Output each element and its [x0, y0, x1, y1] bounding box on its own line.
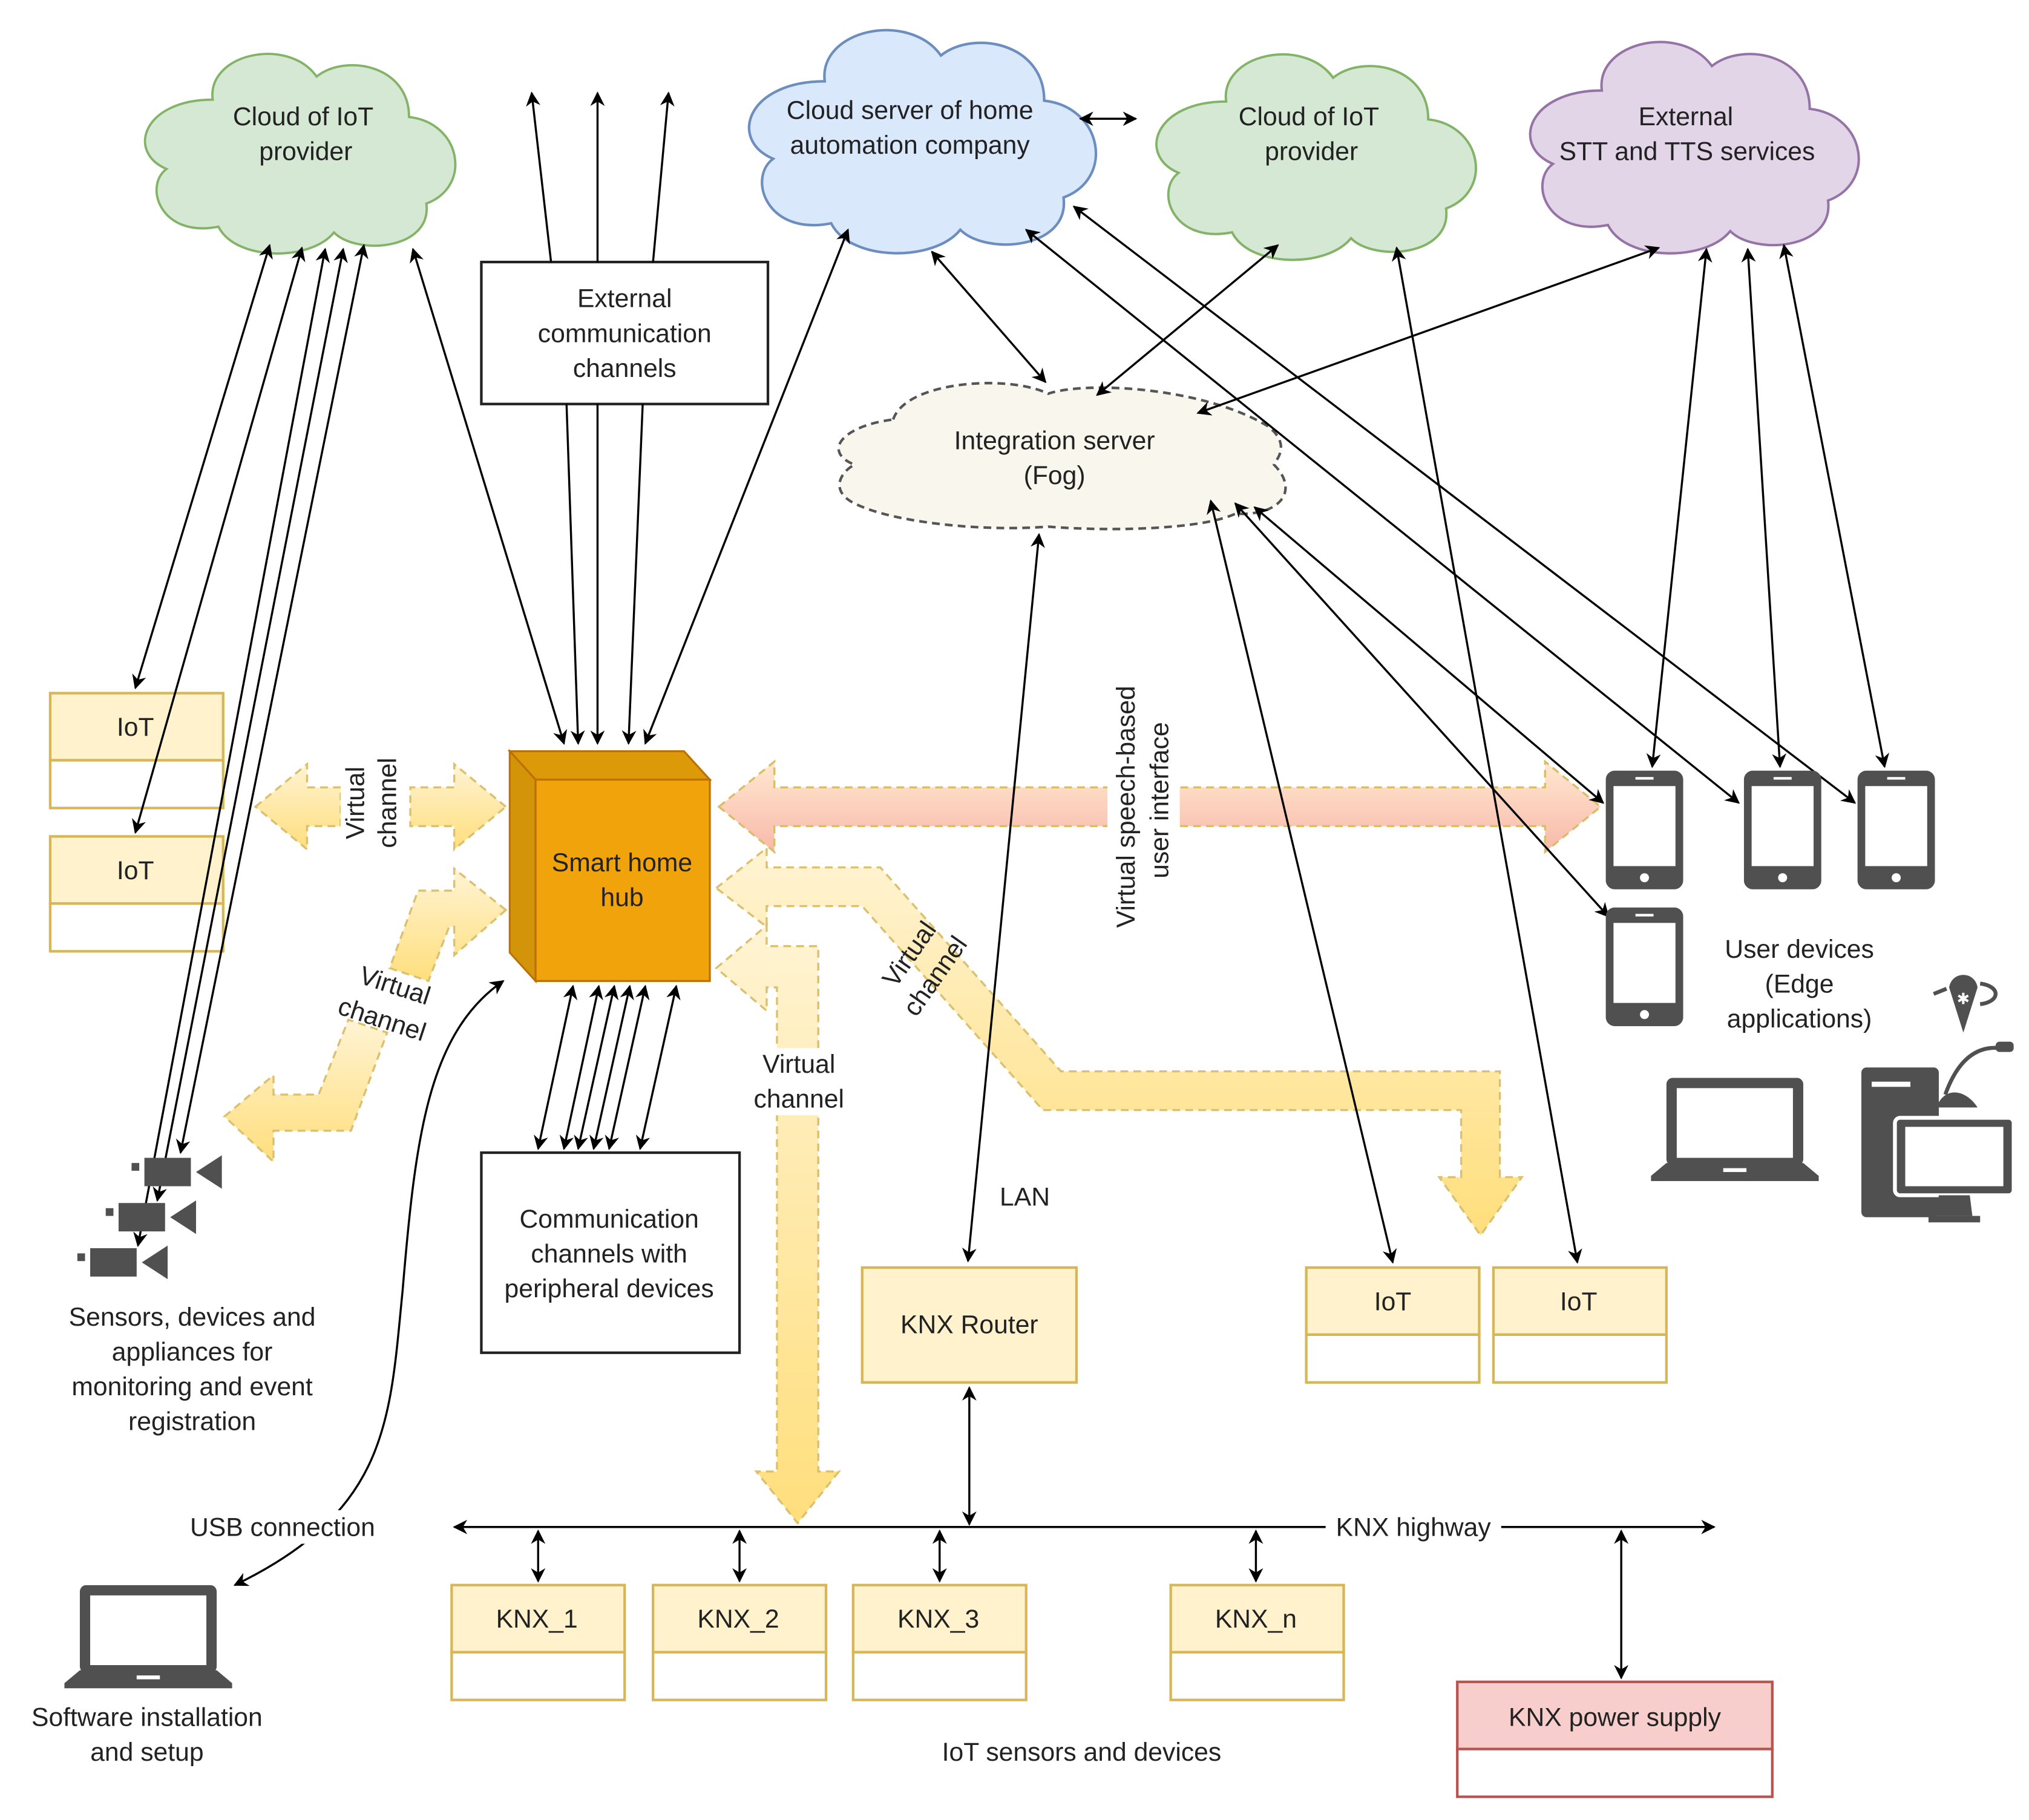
knx-label: KNX_3 — [897, 1605, 979, 1634]
caption-line: appliances for — [112, 1338, 273, 1367]
desktop-computer-icon[interactable] — [1861, 1067, 2016, 1223]
iot-sensors-caption: IoT sensors and devices — [942, 1738, 1222, 1767]
bluetooth-headset-icon: ✱ — [1933, 975, 1998, 1033]
iot-label: IoT — [117, 713, 154, 742]
virtual-channel-arrow — [254, 762, 342, 852]
iot-label: IoT — [117, 856, 154, 885]
label: Virtual speech-based — [1112, 686, 1141, 928]
virtual-channel-arrow — [388, 866, 508, 983]
cloud-label: (Fog) — [1024, 461, 1086, 490]
microphone-icon — [1936, 1041, 2014, 1108]
label: user interface — [1145, 722, 1174, 878]
label: channel — [754, 1084, 844, 1113]
caption-line: Software installation — [31, 1703, 263, 1732]
laptop-icon[interactable] — [64, 1585, 232, 1689]
box-label: channels with — [531, 1239, 687, 1268]
knx-device-1[interactable]: KNX_1 — [450, 1583, 626, 1701]
knx-device-3[interactable]: KNX_3 — [851, 1583, 1028, 1701]
knx-label: KNX_1 — [496, 1605, 578, 1634]
hub-label: Smart home — [552, 848, 692, 877]
caption-line: monitoring and event — [71, 1372, 313, 1401]
knx-router-box[interactable]: KNX Router — [860, 1266, 1078, 1384]
cloud-label: automation company — [790, 131, 1031, 160]
virtual-channel-label-left: Virtual channel — [340, 746, 408, 849]
box-label: communication — [538, 319, 712, 348]
smartphone-icon[interactable] — [1857, 770, 1935, 889]
hub-label: hub — [600, 883, 643, 912]
external-channels-box[interactable]: External communication channels — [480, 260, 770, 405]
knx-device-2[interactable]: KNX_2 — [652, 1583, 828, 1701]
label: Virtual — [762, 1050, 835, 1079]
camera-icon[interactable] — [105, 1200, 196, 1234]
iot-box-left-1[interactable]: IoT — [48, 692, 225, 810]
iot-box-right-2[interactable]: IoT — [1492, 1266, 1668, 1384]
usb-connection-label: USB connection — [190, 1513, 375, 1542]
knx-label: KNX_n — [1215, 1605, 1297, 1634]
camera-icon[interactable] — [77, 1245, 168, 1280]
smartphone-icon[interactable] — [1605, 907, 1683, 1026]
user-devices-caption: User devices (Edge applications) — [1725, 935, 1874, 1033]
power-label: KNX power supply — [1509, 1703, 1722, 1732]
knx-power-supply-box[interactable]: KNX power supply — [1456, 1680, 1774, 1798]
virtual-channel-arrow — [409, 762, 508, 852]
box-label: Communication — [519, 1205, 698, 1234]
knx-highway-label: KNX highway — [1336, 1513, 1492, 1542]
caption-line: User devices — [1725, 935, 1874, 964]
label: Virtual — [341, 767, 370, 839]
knx-device-n[interactable]: KNX_n — [1169, 1583, 1345, 1701]
cloud-home-automation[interactable]: Cloud server of home automation company — [749, 30, 1096, 254]
box-label: External — [577, 284, 672, 313]
iot-box-right-1[interactable]: IoT — [1305, 1266, 1481, 1384]
virtual-channel-arrows — [223, 759, 1602, 1525]
cloud-label: provider — [1265, 137, 1358, 166]
caption-line: Sensors, devices and — [69, 1303, 316, 1332]
iot-label: IoT — [1374, 1287, 1412, 1316]
cloud-label: Integration server — [954, 426, 1155, 455]
smart-home-hub[interactable]: Smart home hub — [507, 748, 712, 984]
iot-label: IoT — [1560, 1287, 1598, 1316]
cloud-iot-provider-right[interactable]: Cloud of IoT provider — [1156, 54, 1476, 260]
box-label: peripheral devices — [505, 1274, 714, 1303]
svg-text:✱: ✱ — [1957, 990, 1970, 1009]
smartphone-icon[interactable] — [1743, 770, 1821, 889]
cloud-label: provider — [259, 137, 352, 166]
laptop-icon[interactable] — [1651, 1078, 1819, 1181]
speech-ui-label: Virtual speech-based user interface — [1107, 684, 1180, 928]
virtual-channel-arrow — [223, 1018, 388, 1164]
sensors-caption: Sensors, devices and appliances for moni… — [69, 1303, 316, 1436]
cloud-label: External — [1639, 102, 1733, 131]
caption-line: (Edge — [1765, 970, 1834, 999]
diagram-canvas: Cloud of IoT provider Cloud server of ho… — [31, 0, 2016, 1798]
caption-line: applications) — [1727, 1004, 1872, 1033]
camera-icon[interactable] — [131, 1155, 222, 1189]
peripheral-channels-box[interactable]: Communication channels with peripheral d… — [480, 1151, 741, 1354]
router-label: KNX Router — [900, 1311, 1038, 1340]
cloud-label: Cloud of IoT — [233, 102, 373, 131]
software-caption: Software installation and setup — [31, 1703, 263, 1767]
smartphone-icon[interactable] — [1605, 770, 1683, 889]
lan-label: LAN — [1000, 1183, 1050, 1212]
caption-line: and setup — [90, 1738, 203, 1767]
label: channel — [373, 758, 402, 848]
cloud-label: Cloud of IoT — [1239, 102, 1379, 131]
caption-line: registration — [128, 1407, 256, 1436]
cloud-stt-tts-services[interactable]: External STT and TTS services — [1530, 42, 1859, 253]
cloud-iot-provider-left[interactable]: Cloud of IoT provider — [145, 54, 456, 254]
cloud-label: Cloud server of home — [787, 96, 1034, 125]
box-label: channels — [573, 354, 677, 383]
cloud-label: STT and TTS services — [1559, 137, 1815, 166]
virtual-channel-label-center: Virtual channel — [749, 1048, 854, 1116]
knx-label: KNX_2 — [697, 1605, 779, 1634]
